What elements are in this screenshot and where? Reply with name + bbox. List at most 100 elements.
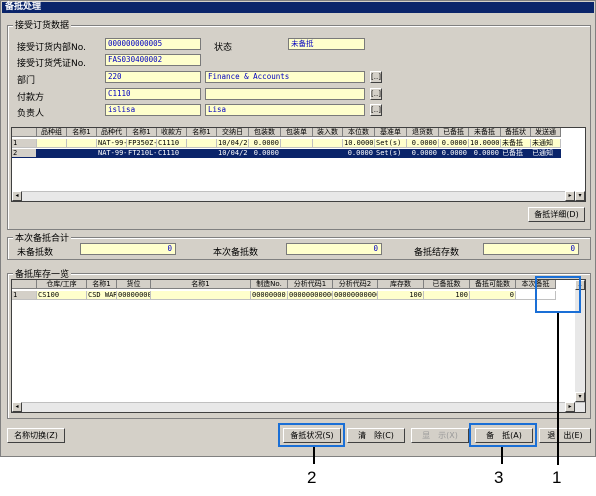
cell: [187, 149, 217, 158]
order-col-base-qty[interactable]: 本位数: [343, 128, 375, 137]
cell: NAT-99-: [97, 139, 127, 148]
callout-number-2: 2: [307, 468, 317, 487]
callout-highlight-allocate-button: [469, 423, 537, 447]
manager-code-field[interactable]: islisa: [105, 104, 201, 116]
scroll-down-icon[interactable]: ▾: [575, 392, 585, 402]
stock-col-stock-qty[interactable]: 库存数: [378, 280, 424, 289]
current-alloc-label: 本次备抵数: [213, 248, 259, 258]
order-col-unallocated[interactable]: 未备抵: [469, 128, 501, 137]
order-col-item[interactable]: 品种代: [97, 128, 127, 137]
clear-button[interactable]: 清 除(C): [347, 428, 405, 443]
stock-grid-header: 仓库/工序 名称1 货位 名称1 制造No. 分析代码1 分析代码2 库存数 已…: [12, 280, 556, 289]
order-grid-hscrollbar[interactable]: [12, 191, 575, 201]
dept-code-field[interactable]: 220: [105, 71, 201, 83]
exit-button[interactable]: 退 出(E): [539, 428, 591, 443]
order-col-notify[interactable]: 发送通: [531, 128, 561, 137]
cell: 10/04/2: [217, 149, 249, 158]
scroll-down-icon[interactable]: ▾: [575, 191, 585, 201]
order-no-label: 接受订货内部No.: [17, 43, 86, 53]
row-number[interactable]: 1: [12, 139, 37, 148]
stock-col-mfg-no[interactable]: 制造No.: [251, 280, 288, 289]
cell: C1110: [157, 149, 187, 158]
order-col-group[interactable]: 品种组: [37, 128, 67, 137]
cell: [151, 291, 251, 300]
callout-line-2: [313, 447, 315, 464]
cell: 0.0000: [343, 149, 375, 158]
cell: Set(s): [375, 139, 407, 148]
dept-name-field: Finance & Accounts: [205, 71, 365, 83]
unallocated-field: 0: [80, 243, 176, 255]
stock-col-allocated[interactable]: 已备抵数: [424, 280, 470, 289]
order-col-rownum: [12, 128, 37, 137]
cell: 0: [470, 291, 516, 300]
stock-col-rownum: [12, 280, 37, 289]
order-col-load[interactable]: 装入数: [313, 128, 343, 137]
payer-name-field: [205, 88, 365, 100]
order-no-field[interactable]: 000000000005: [105, 38, 201, 50]
voucher-label: 接受订货凭证No.: [17, 59, 86, 69]
scroll-left-icon[interactable]: ◂: [12, 191, 22, 201]
summary-group-title: 本次备抵合计: [13, 231, 72, 244]
manager-lookup-button[interactable]: [..]: [370, 104, 382, 116]
cell: [67, 139, 97, 148]
allocation-detail-button[interactable]: 备抵详细(D): [528, 207, 585, 222]
manager-name-field: Lisa: [205, 104, 365, 116]
display-button: 显 示(X): [411, 428, 469, 443]
cell: [37, 149, 67, 158]
scroll-left-icon[interactable]: ◂: [12, 402, 22, 412]
table-row-selected[interactable]: 2 NAT-99- FT210L- C1110 10/04/2 0.0000 0…: [12, 149, 561, 158]
order-col-pack-qty[interactable]: 包装数: [249, 128, 281, 137]
cell: 100: [424, 291, 470, 300]
order-col-payee[interactable]: 收款方: [157, 128, 187, 137]
dept-label: 部门: [17, 76, 36, 86]
window-title: 备抵处理: [2, 2, 594, 13]
order-grid[interactable]: 品种组 名称1 品种代 名称1 收款方 名称1 交纳日 包装数 包装单 装入数 …: [11, 127, 586, 202]
cell: CS100: [37, 291, 87, 300]
table-row[interactable]: 1 CS100 CSD WARE 00000000 00000000 00000…: [12, 291, 556, 300]
callout-number-1: 1: [552, 468, 562, 487]
stock-col-name1[interactable]: 名称1: [87, 280, 117, 289]
callout-number-3: 3: [494, 468, 504, 487]
remaining-label: 备抵结存数: [414, 248, 460, 258]
stock-grid-hscrollbar[interactable]: [12, 402, 585, 412]
order-col-name1b[interactable]: 名称1: [127, 128, 157, 137]
stock-grid[interactable]: 仓库/工序 名称1 货位 名称1 制造No. 分析代码1 分析代码2 库存数 已…: [11, 279, 586, 413]
cell: 0.0000: [439, 139, 469, 148]
row-number[interactable]: 2: [12, 149, 37, 158]
callout-line-3: [501, 447, 503, 464]
stock-col-warehouse[interactable]: 仓库/工序: [37, 280, 87, 289]
cell: 0.0000: [469, 149, 501, 158]
table-row[interactable]: 1 NAT-99- FP350Z- C1110 10/04/2 0.0000 1…: [12, 139, 561, 148]
order-col-allocated[interactable]: 已备抵: [439, 128, 469, 137]
stock-col-available[interactable]: 备抵可能数: [470, 280, 516, 289]
payer-code-field[interactable]: C1110: [105, 88, 201, 100]
cell: [313, 149, 343, 158]
stock-col-analysis2[interactable]: 分析代码2: [333, 280, 378, 289]
payer-lookup-button[interactable]: [..]: [370, 88, 382, 100]
order-col-name1c[interactable]: 名称1: [187, 128, 217, 137]
order-col-name1[interactable]: 名称1: [67, 128, 97, 137]
payer-label: 付款方: [17, 93, 45, 103]
order-col-delivery[interactable]: 交纳日: [217, 128, 249, 137]
scroll-right-icon[interactable]: ▸: [565, 191, 575, 201]
name-switch-button[interactable]: 名称切换(Z): [7, 428, 65, 443]
stock-col-location[interactable]: 货位: [117, 280, 151, 289]
order-col-alloc-status[interactable]: 备抵状: [501, 128, 531, 137]
cell: 0.0000: [407, 139, 439, 148]
order-col-return[interactable]: 退货数: [407, 128, 439, 137]
cell: [187, 139, 217, 148]
voucher-field[interactable]: FAS030400002: [105, 54, 201, 66]
cell: [313, 139, 343, 148]
cell: CSD WARE: [87, 291, 117, 300]
order-col-base-unit[interactable]: 基准单: [375, 128, 407, 137]
cell: 0.0000: [439, 149, 469, 158]
cell: NAT-99-: [97, 149, 127, 158]
dept-lookup-button[interactable]: [..]: [370, 71, 382, 83]
row-number[interactable]: 1: [12, 291, 37, 300]
status-field: 未备抵: [288, 38, 365, 50]
cell: [281, 139, 313, 148]
order-col-pack-unit[interactable]: 包装单: [281, 128, 313, 137]
stock-col-name1b[interactable]: 名称1: [151, 280, 251, 289]
stock-col-analysis1[interactable]: 分析代码1: [288, 280, 333, 289]
scroll-right-icon[interactable]: ▸: [565, 402, 575, 412]
